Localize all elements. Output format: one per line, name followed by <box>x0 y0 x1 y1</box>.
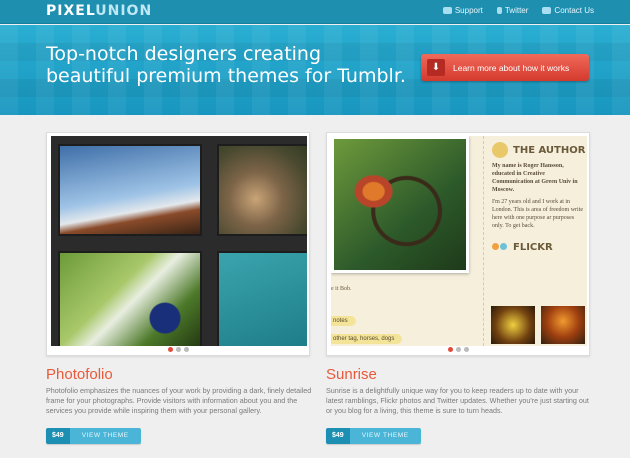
carousel-dots <box>327 347 589 352</box>
top-bar: PIXELUNION Support Twitter Contact Us <box>0 0 630 24</box>
sunrise-preview: THE AUTHOR My name is Roger Hansson, edu… <box>331 136 587 346</box>
view-theme-button[interactable]: VIEW THEME <box>69 428 141 444</box>
flickr-icon <box>500 243 507 250</box>
view-theme-button[interactable]: VIEW THEME <box>349 428 421 444</box>
price-badge: $49 <box>46 428 70 444</box>
flickr-icon <box>492 243 499 250</box>
carousel-dot[interactable] <box>455 347 461 352</box>
price-badge: $49 <box>326 428 350 444</box>
tag-pill: notes <box>331 316 356 326</box>
down-arrow-icon: ⬇ <box>427 59 445 76</box>
preview-photo <box>219 146 307 234</box>
theme-card-sunrise[interactable]: THE AUTHOR My name is Roger Hansson, edu… <box>326 132 590 356</box>
carousel-dot[interactable] <box>167 347 173 352</box>
hero-headline: Top-notch designers creating beautiful p… <box>46 43 406 87</box>
carousel-dots <box>47 347 309 352</box>
carousel-dot[interactable] <box>447 347 453 352</box>
preview-photo <box>219 253 307 346</box>
preview-photo <box>331 136 469 273</box>
pixel-union-logo[interactable]: PIXELUNION <box>46 3 152 19</box>
top-nav: Support Twitter Contact Us <box>442 6 594 15</box>
buy-group: $49 VIEW THEME <box>326 428 421 444</box>
hero-banner: Top-notch designers creating beautiful p… <box>0 25 630 115</box>
author-avatar-icon <box>492 142 508 158</box>
nav-twitter-link[interactable]: Twitter <box>496 6 528 15</box>
learn-more-label: Learn more about how it works <box>453 62 570 73</box>
carousel-dot[interactable] <box>175 347 181 352</box>
theme-card-photofolio[interactable] <box>46 132 310 356</box>
author-body: I'm 27 years old and I work at in London… <box>492 199 584 229</box>
author-intro: My name is Roger Hansson, educated in Cr… <box>492 163 578 193</box>
twitter-icon <box>496 7 502 14</box>
chat-bubble-icon <box>442 7 452 14</box>
nav-contact-link[interactable]: Contact Us <box>542 6 594 15</box>
nav-support-link[interactable]: Support <box>442 6 483 15</box>
preview-photo <box>60 146 200 234</box>
tag-pill: other tag, horses, dogs <box>331 334 403 344</box>
carousel-dot[interactable] <box>183 347 189 352</box>
post-snippet: e it Bob. <box>331 286 352 292</box>
flickr-heading: FLICKR <box>492 242 587 253</box>
buy-group: $49 VIEW THEME <box>46 428 141 444</box>
theme-description: Photofolio emphasizes the nuances of you… <box>46 386 312 415</box>
theme-title-photofolio[interactable]: Photofolio <box>46 366 113 383</box>
preview-photo <box>60 253 200 346</box>
theme-description: Sunrise is a delightfully unique way for… <box>326 386 589 415</box>
flickr-photo <box>491 306 535 344</box>
mail-icon <box>542 7 552 14</box>
flickr-photo <box>541 306 585 344</box>
carousel-dot[interactable] <box>463 347 469 352</box>
author-heading: THE AUTHOR <box>492 142 587 158</box>
theme-title-sunrise[interactable]: Sunrise <box>326 366 377 383</box>
photofolio-preview <box>51 136 307 346</box>
learn-more-button[interactable]: ⬇ Learn more about how it works <box>421 54 589 81</box>
flickr-tiles <box>491 306 585 344</box>
